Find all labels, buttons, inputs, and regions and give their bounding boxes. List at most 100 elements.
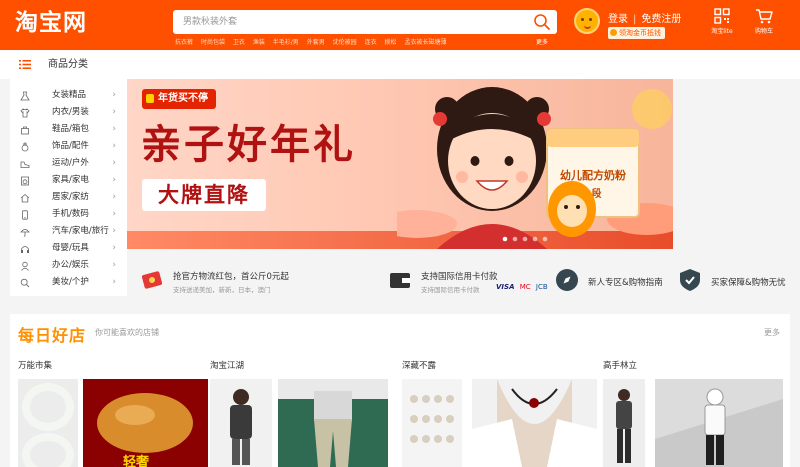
bag-icon	[21, 126, 29, 135]
chevron-right-icon: ›	[112, 158, 116, 168]
hot-word[interactable]: 孟衣被长磁塘薄	[404, 39, 446, 46]
shop-card[interactable]: 淘宝江湖	[210, 359, 398, 467]
hot-word[interactable]: 连衣	[365, 39, 377, 46]
hot-word[interactable]: 抗衣裤	[175, 39, 193, 46]
daily-shop-description: 你可能喜欢的店铺	[95, 328, 159, 337]
hot-word[interactable]: 外套男	[307, 39, 325, 46]
home-icon	[20, 193, 30, 203]
necklace-image	[472, 379, 597, 467]
shop-card[interactable]: 万能市集 轻奢	[18, 359, 208, 467]
cart-icon	[756, 9, 773, 24]
street-photo-image	[655, 379, 783, 467]
side-item-beauty[interactable]: 美妆/个护 ›	[10, 274, 127, 291]
feature-subtitle: 支持国际信用卡付款	[421, 286, 480, 294]
banner-subtitle: 大牌直降	[142, 179, 266, 211]
feature-logistics[interactable]: 抢官方物流红包，首公斤0元起 支持送递美加，新新，日本，澳门	[140, 266, 380, 296]
model-photo-image	[210, 379, 272, 467]
shirt-icon	[20, 108, 30, 118]
feature-subtitle: 支持送递美加，新新，日本，澳门	[173, 286, 271, 294]
hot-word[interactable]: 拨松	[385, 39, 397, 46]
side-item-sports[interactable]: 运动/户外 ›	[10, 155, 127, 172]
feature-buyer-protection[interactable]: 买家保障&购物无忧	[678, 266, 798, 296]
shoe-icon	[20, 161, 30, 168]
chevron-right-icon: ›	[112, 243, 116, 253]
side-item-label: 鞋品/箱包	[52, 124, 89, 134]
chevron-right-icon: ›	[112, 141, 116, 151]
model-photo-image	[603, 379, 645, 467]
side-item-accessories[interactable]: 饰品/配件 ›	[10, 138, 127, 155]
hot-words-more-link[interactable]: 更多	[536, 37, 548, 46]
hot-word[interactable]: 渔装	[253, 39, 265, 46]
earrings-image	[402, 379, 462, 467]
cart-button[interactable]: 购物车	[747, 8, 781, 35]
phone-icon	[22, 210, 28, 220]
feature-credit-card[interactable]: 支持国际信用卡付款 支持国际信用卡付款 VISA MC JCB	[388, 266, 548, 296]
side-item-auto-travel[interactable]: 汽车/家电/旅行 ›	[10, 223, 127, 240]
jade-stone-image: 轻奢	[83, 379, 208, 467]
promo-text: 轻奢	[123, 455, 150, 467]
chevron-right-icon: ›	[112, 260, 116, 270]
feature-newbie-guide[interactable]: 新人专区&购物指南	[555, 266, 680, 296]
mastercard-logo: MC	[519, 283, 531, 291]
umbrella-icon	[20, 229, 30, 237]
hot-word[interactable]: 半毛衫/男	[273, 39, 299, 46]
side-item-underwear[interactable]: 内衣/男装 ›	[10, 104, 127, 121]
chevron-right-icon: ›	[112, 277, 116, 287]
login-area: 登录 | 免费注册	[608, 10, 681, 25]
banner-title: 亲子好年礼	[141, 122, 356, 168]
dress-icon	[20, 91, 30, 101]
side-item-baby-toys[interactable]: 母婴/玩具 ›	[10, 240, 127, 257]
side-item-appliances[interactable]: 家具/家电 ›	[10, 172, 127, 189]
category-side-menu: 女装精品 › 内衣/男装 › 鞋品/箱包 › 饰品/配件 › 运动/户外 › 家具/家电 ›…	[10, 79, 127, 296]
side-item-label: 母婴/玩具	[52, 243, 89, 253]
coin-badge[interactable]: 领淘金币抵钱	[608, 27, 665, 39]
cart-label: 购物车	[754, 28, 773, 35]
promo-banner[interactable]: 年货买不停 亲子好年礼 大牌直降 幼儿配方奶粉 3段	[127, 79, 673, 249]
daily-shop-more-link[interactable]: 更多	[764, 327, 780, 338]
chevron-right-icon: ›	[112, 175, 116, 185]
headphones-icon	[21, 246, 29, 253]
search-icon[interactable]	[533, 13, 551, 31]
pants-photo-image	[278, 379, 388, 467]
hot-search-words: 抗衣裤 时尚包袋 卫衣 渔装 半毛衫/男 外套男 沈伦被园 连衣 拨松 孟衣被长…	[175, 37, 565, 48]
banner-illustration: 幼儿配方奶粉 3段	[397, 87, 673, 249]
hot-word[interactable]: 沈伦被园	[333, 39, 357, 46]
taobao-lite-button[interactable]: 淘宝lite	[705, 8, 739, 35]
side-item-home[interactable]: 居家/家纺 ›	[10, 189, 127, 206]
taobao-logo[interactable]: 淘宝网	[15, 8, 87, 38]
daily-shop-section: 每日好店 你可能喜欢的店铺 更多 万能市集 轻奢 淘宝江湖 深藏不露 高手林立	[10, 314, 790, 467]
qr-code-icon	[714, 8, 730, 24]
chevron-right-icon: ›	[112, 209, 116, 219]
side-item-label: 汽车/家电/旅行	[52, 226, 109, 236]
side-item-shoes-bags[interactable]: 鞋品/箱包 ›	[10, 121, 127, 138]
side-item-office[interactable]: 办公/娱乐 ›	[10, 257, 127, 274]
chevron-right-icon: ›	[112, 107, 116, 117]
compass-icon	[556, 269, 578, 291]
shield-icon	[680, 269, 700, 291]
separator: |	[633, 14, 637, 25]
feature-title: 新人专区&购物指南	[588, 278, 663, 288]
side-item-label: 手机/数码	[52, 209, 89, 219]
shop-card[interactable]: 深藏不露	[402, 359, 597, 467]
register-link[interactable]: 免费注册	[641, 14, 681, 25]
side-item-label: 女装精品	[52, 90, 87, 100]
category-bar-label[interactable]: 商品分类	[48, 50, 88, 79]
hot-word[interactable]: 时尚包袋	[201, 39, 225, 46]
washer-icon	[21, 176, 29, 186]
login-link[interactable]: 登录	[608, 14, 628, 25]
hot-word[interactable]: 卫衣	[233, 39, 245, 46]
shop-card[interactable]: 高手林立	[603, 359, 791, 467]
red-packet-icon	[141, 271, 163, 289]
mascot-avatar-icon[interactable]	[574, 8, 600, 34]
ring-icon	[21, 142, 29, 152]
feature-title: 抢官方物流红包，首公斤0元起	[173, 272, 289, 282]
list-icon	[19, 60, 31, 69]
category-bar: 商品分类	[0, 50, 800, 79]
side-item-label: 运动/户外	[52, 158, 89, 168]
feature-title: 支持国际信用卡付款	[421, 272, 498, 282]
search-input[interactable]: 男款秋装外套	[173, 10, 557, 34]
jade-bracelet-image	[18, 379, 78, 467]
side-item-digital[interactable]: 手机/数码 ›	[10, 206, 127, 223]
search-placeholder: 男款秋装外套	[183, 17, 238, 27]
side-item-women[interactable]: 女装精品 ›	[10, 87, 127, 104]
